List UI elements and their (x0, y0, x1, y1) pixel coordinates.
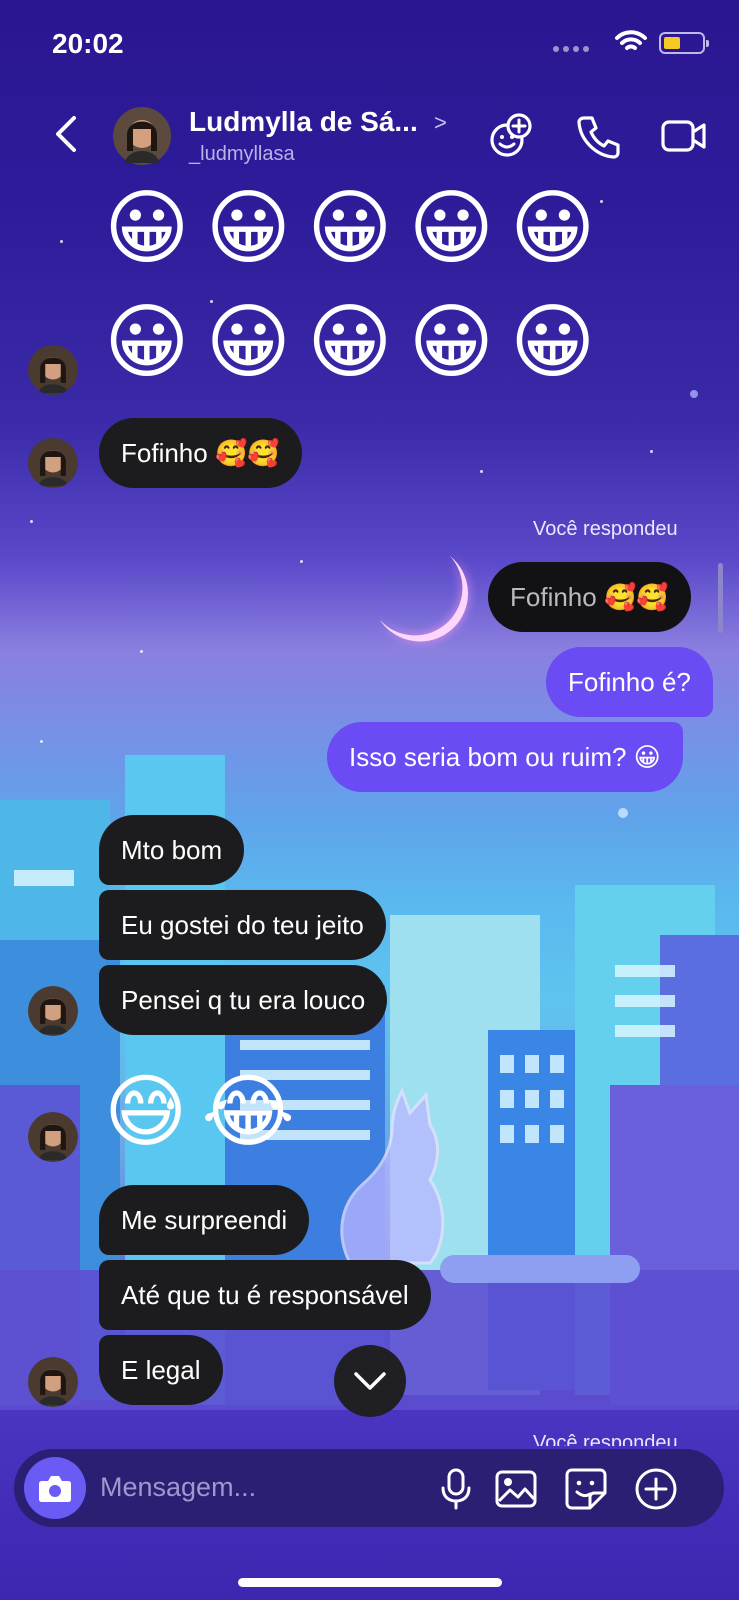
sender-avatar[interactable] (28, 345, 78, 395)
gallery-icon[interactable] (494, 1467, 538, 1511)
wifi-icon (615, 30, 647, 50)
battery-icon (659, 32, 709, 54)
sender-avatar[interactable] (28, 986, 78, 1036)
add-icon[interactable] (634, 1467, 678, 1511)
sender-avatar[interactable] (28, 1357, 78, 1407)
message-input[interactable]: Mensagem... (100, 1472, 256, 1503)
camera-button[interactable] (24, 1457, 86, 1519)
contact-avatar[interactable] (113, 107, 171, 165)
reply-label: Você respondeu (533, 518, 678, 540)
status-bar: 20:02 (0, 0, 739, 90)
message-incoming[interactable]: Pensei q tu era louco (99, 965, 388, 1035)
message-incoming[interactable]: E legal (99, 1335, 223, 1405)
home-indicator[interactable] (238, 1578, 502, 1587)
big-emoji-row-2[interactable]: 😀😀😀😀😀 (104, 302, 611, 384)
moon-icon (380, 556, 469, 642)
video-call-icon[interactable] (660, 112, 708, 160)
phone-icon[interactable] (574, 112, 622, 160)
reply-label: Você respondeu (533, 1432, 678, 1446)
cat-illustration (340, 1087, 445, 1265)
signal-icon (553, 46, 589, 52)
microphone-icon[interactable] (434, 1467, 478, 1511)
message-incoming[interactable]: Até que tu é responsável (99, 1260, 431, 1330)
chevron-right-icon[interactable]: > (434, 110, 447, 136)
sticker-icon[interactable] (564, 1467, 608, 1511)
sender-avatar[interactable] (28, 1112, 78, 1162)
message-incoming[interactable]: Fofinho 🥰🥰 (99, 418, 302, 488)
camera-icon (39, 1476, 71, 1502)
message-outgoing[interactable]: Isso seria bom ou ruim? 😀 (327, 722, 683, 792)
contact-username: _ludmyllasa (189, 143, 295, 165)
sticker-add-icon[interactable] (487, 112, 535, 160)
message-incoming[interactable]: Eu gostei do teu jeito (99, 890, 386, 960)
contact-name[interactable]: Ludmylla de Sá... (189, 106, 418, 138)
message-incoming[interactable]: Mto bom (99, 815, 245, 885)
scrollbar[interactable] (718, 563, 723, 633)
quoted-message[interactable]: Fofinho 🥰🥰 (488, 562, 691, 632)
status-time: 20:02 (52, 28, 124, 59)
back-icon[interactable] (48, 114, 88, 154)
big-emoji-row-1[interactable]: 😀😀😀😀😀 (104, 188, 611, 270)
scroll-down-button[interactable] (334, 1345, 406, 1417)
chevron-down-icon (354, 1372, 386, 1390)
message-incoming[interactable]: Me surpreendi (99, 1185, 310, 1255)
message-outgoing[interactable]: Fofinho é? (546, 647, 713, 717)
sender-avatar[interactable] (28, 438, 78, 488)
emoji-message[interactable]: 😅😂 (104, 1072, 309, 1152)
message-composer: Mensagem... (14, 1449, 724, 1527)
